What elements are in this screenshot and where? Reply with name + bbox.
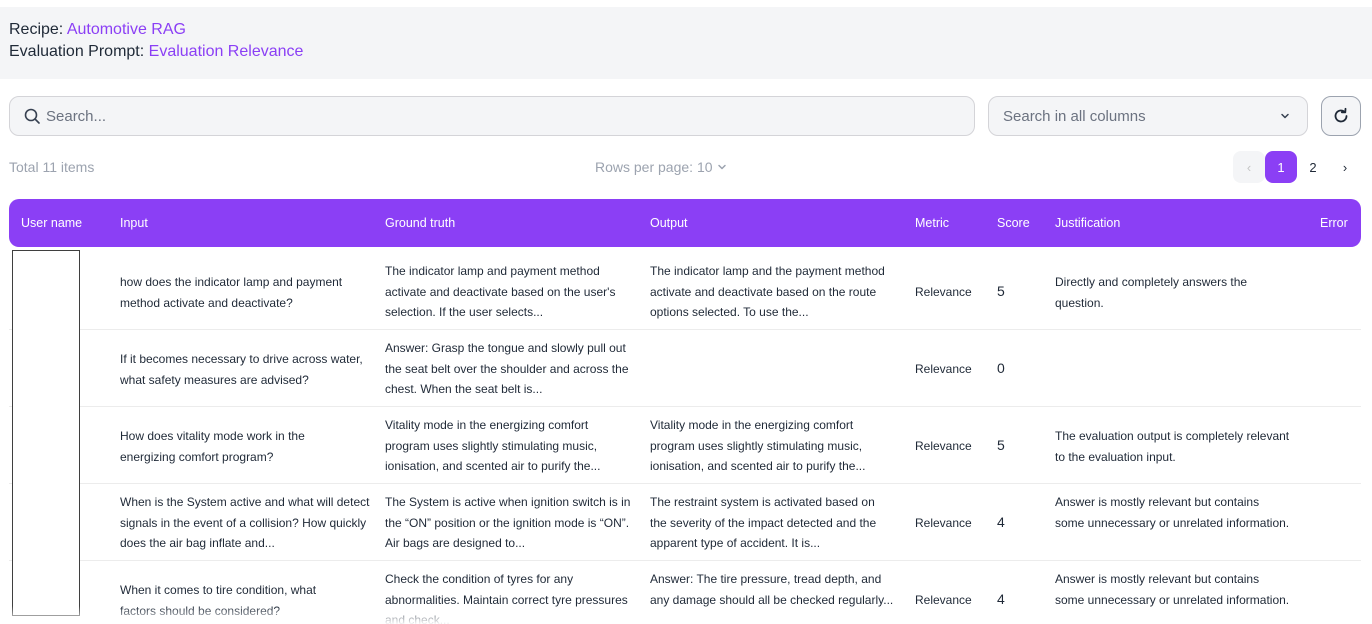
column-header-output[interactable]: Output (650, 199, 688, 247)
cell-input: If it becomes necessary to drive across … (120, 352, 363, 387)
pagination-next[interactable]: › (1329, 151, 1361, 183)
column-header-metric[interactable]: Metric (915, 199, 949, 247)
cell-ground-truth: The System is active when ignition switc… (385, 495, 631, 550)
cell-justification: The evaluation output is completely rele… (1055, 429, 1290, 464)
recipe-line: Recipe: Automotive RAG (9, 19, 1363, 41)
table-row[interactable]: how does the indicator lamp and payment … (9, 253, 1361, 330)
cell-input: When is the System active and what will … (120, 495, 370, 550)
cell-score: 5 (997, 283, 1005, 299)
prompt-line: Evaluation Prompt: Evaluation Relevance (9, 41, 1363, 63)
column-select[interactable]: Search in all columns (988, 96, 1308, 136)
cell-score: 0 (997, 360, 1005, 376)
cell-output: The indicator lamp and the payment metho… (650, 264, 885, 319)
column-header-input[interactable]: Input (120, 199, 148, 247)
cell-justification: Directly and completely answers the ques… (1055, 275, 1248, 310)
chevron-down-icon (717, 164, 726, 170)
cell-metric: Relevance (915, 439, 972, 453)
cell-justification: Answer is mostly relevant but contains s… (1055, 495, 1290, 530)
cell-ground-truth: Answer: Grasp the tongue and slowly pull… (385, 341, 629, 396)
column-header-ground-truth[interactable]: Ground truth (385, 199, 455, 247)
cell-output: The restraint system is activated based … (650, 495, 877, 550)
pagination-prev[interactable]: ‹ (1233, 151, 1265, 183)
cell-output: Vitality mode in the energizing comfort … (650, 418, 866, 473)
rows-per-page[interactable]: Rows per page: 10 (595, 159, 727, 175)
cell-justification: Answer is mostly relevant but contains s… (1055, 572, 1290, 607)
table-row[interactable]: When is the System active and what will … (9, 484, 1361, 561)
cell-score: 5 (997, 437, 1005, 453)
cell-metric: Relevance (915, 362, 972, 376)
cell-input: How does vitality mode work in the energ… (120, 429, 305, 464)
refresh-icon (1334, 107, 1348, 123)
column-header-error[interactable]: Error (1320, 199, 1348, 247)
search-input[interactable] (46, 107, 946, 125)
pagination-page-1[interactable]: 1 (1265, 151, 1297, 183)
cell-output: Answer: The tire pressure, tread depth, … (650, 572, 894, 607)
rows-per-page-label: Rows per page: 10 (595, 159, 713, 175)
cell-metric: Relevance (915, 285, 972, 299)
cell-ground-truth: Vitality mode in the energizing comfort … (385, 418, 601, 473)
user-name-column-cells (12, 250, 80, 616)
column-header-user-name[interactable]: User name (21, 199, 82, 247)
pagination-page-2[interactable]: 2 (1297, 151, 1329, 183)
refresh-button[interactable] (1321, 96, 1361, 136)
recipe-link[interactable]: Automotive RAG (67, 21, 186, 38)
total-items: Total 11 items (9, 159, 95, 175)
search-icon (24, 108, 40, 124)
table-row[interactable]: If it becomes necessary to drive across … (9, 330, 1361, 407)
prompt-link[interactable]: Evaluation Relevance (149, 43, 304, 60)
recipe-header: Recipe: Automotive RAG Evaluation Prompt… (0, 7, 1372, 79)
search-bar[interactable] (9, 96, 975, 136)
pagination: ‹ 1 2 › (1233, 151, 1361, 183)
recipe-label: Recipe: (9, 21, 64, 38)
table-row[interactable]: How does vitality mode work in the energ… (9, 407, 1361, 484)
cell-metric: Relevance (915, 516, 972, 530)
column-header-justification[interactable]: Justification (1055, 199, 1120, 247)
chevron-down-icon (1281, 113, 1289, 119)
column-select-value: Search in all columns (1003, 107, 1146, 125)
column-header-score[interactable]: Score (997, 199, 1030, 247)
cell-ground-truth: The indicator lamp and payment method ac… (385, 264, 616, 319)
cell-score: 4 (997, 514, 1005, 530)
table-header: User name Input Ground truth Output Metr… (9, 199, 1361, 247)
prompt-label: Evaluation Prompt: (9, 43, 145, 60)
cell-input: how does the indicator lamp and payment … (120, 275, 343, 310)
scroll-fade (0, 606, 1372, 624)
